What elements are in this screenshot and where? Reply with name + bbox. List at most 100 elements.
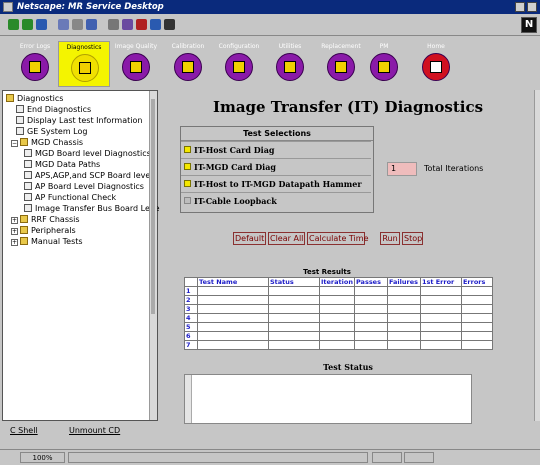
table-cell bbox=[268, 331, 320, 341]
tree-scrollbar[interactable] bbox=[149, 91, 157, 420]
test-selection-label: IT-Host to IT-MGD Datapath Hammer bbox=[194, 179, 362, 189]
search-icon[interactable] bbox=[72, 19, 83, 30]
netscape-logo: N bbox=[521, 17, 537, 33]
guide-icon[interactable] bbox=[86, 19, 97, 30]
nav-pm-button[interactable]: PM bbox=[358, 41, 410, 87]
test-selection-checkbox[interactable] bbox=[184, 197, 191, 204]
table-cell bbox=[460, 304, 493, 314]
bookmark-icon[interactable] bbox=[150, 19, 161, 30]
tree-item[interactable]: End Diagnostics bbox=[16, 105, 91, 116]
test-selection-item[interactable]: IT-Host to IT-MGD Datapath Hammer bbox=[181, 175, 371, 192]
table-cell bbox=[319, 322, 355, 332]
window-title-bar[interactable]: Netscape: MR Service Desktop bbox=[0, 0, 540, 14]
window-menu-icon[interactable] bbox=[3, 2, 13, 12]
total-iterations-label: Total Iterations bbox=[424, 164, 484, 173]
tree-item[interactable]: MGD Board level Diagnostics bbox=[24, 149, 151, 160]
folder-icon bbox=[20, 226, 28, 234]
collapse-icon[interactable]: − bbox=[11, 140, 18, 147]
nav-error-logs-button[interactable]: Error Logs bbox=[9, 41, 61, 87]
stop-icon[interactable] bbox=[136, 19, 147, 30]
test-results-title: Test Results bbox=[184, 268, 470, 277]
tree-item[interactable]: GE System Log bbox=[16, 127, 87, 138]
maximize-button[interactable] bbox=[527, 2, 537, 12]
table-cell bbox=[197, 313, 269, 323]
nav-home-button[interactable]: Home bbox=[410, 41, 462, 87]
home-nav-icon[interactable] bbox=[58, 19, 69, 30]
expand-icon[interactable]: + bbox=[11, 239, 18, 246]
test-status-area[interactable] bbox=[184, 374, 472, 424]
minimize-button[interactable] bbox=[515, 2, 525, 12]
test-selection-checkbox[interactable] bbox=[184, 180, 191, 187]
c-shell-button[interactable]: C Shell bbox=[10, 426, 38, 435]
tree-item[interactable]: Diagnostics bbox=[6, 94, 63, 105]
tree-item[interactable]: Display Last test Information bbox=[16, 116, 142, 127]
image-quality-icon bbox=[122, 53, 150, 81]
folder-icon bbox=[6, 94, 14, 102]
tree-item[interactable]: AP Functional Check bbox=[24, 193, 116, 204]
test-selection-checkbox[interactable] bbox=[184, 163, 191, 170]
security-icon[interactable] bbox=[122, 19, 133, 30]
main-panel: Image Transfer (IT) Diagnostics Test Sel… bbox=[162, 90, 534, 424]
nav-label: Calibration bbox=[171, 43, 205, 50]
table-cell bbox=[319, 295, 355, 305]
tree-item-label: AP Board Level Diagnostics bbox=[35, 182, 144, 191]
tree-item[interactable]: Image Transfer Bus Board Leve bbox=[24, 204, 160, 215]
main-scrollbar[interactable] bbox=[534, 90, 540, 421]
tree-item[interactable]: + Manual Tests bbox=[11, 237, 83, 248]
calculate-time-button[interactable]: Calculate Time bbox=[307, 232, 368, 245]
run-button[interactable]: Run bbox=[380, 232, 400, 245]
expand-icon[interactable]: + bbox=[11, 217, 18, 224]
test-status-scrollbar[interactable] bbox=[185, 375, 192, 423]
calendar-icon bbox=[21, 53, 49, 81]
test-selection-label: IT-MGD Card Diag bbox=[194, 162, 276, 172]
nav-configuration-button[interactable]: Configuration bbox=[213, 41, 265, 87]
tree-item[interactable]: MGD Data Paths bbox=[24, 160, 100, 171]
table-cell bbox=[386, 295, 421, 305]
tree-item[interactable]: + Peripherals bbox=[11, 226, 76, 237]
unmount-cd-button[interactable]: Unmount CD bbox=[69, 426, 120, 435]
table-cell bbox=[268, 295, 320, 305]
tree-item[interactable]: AP Board Level Diagnostics bbox=[24, 182, 144, 193]
navigation-tree[interactable]: Diagnostics End Diagnostics Display Last t… bbox=[2, 90, 160, 421]
row-number-header bbox=[184, 277, 198, 287]
nav-calibration-button[interactable]: Calibration bbox=[162, 41, 214, 87]
expand-icon[interactable]: + bbox=[11, 228, 18, 235]
stop-button[interactable]: Stop bbox=[402, 232, 423, 245]
nav-label: Configuration bbox=[218, 43, 260, 50]
location-icon[interactable] bbox=[164, 19, 175, 30]
table-cell bbox=[419, 322, 462, 332]
tree-item-label: Diagnostics bbox=[17, 94, 64, 103]
clear-all-button[interactable]: Clear All bbox=[268, 232, 305, 245]
tree-footer: C Shell Unmount CD bbox=[2, 422, 158, 440]
tree-item[interactable]: − MGD Chassis bbox=[11, 138, 83, 149]
reload-icon[interactable] bbox=[36, 19, 47, 30]
table-row: 7 bbox=[184, 340, 493, 350]
tree-item[interactable]: APS,AGP,and SCP Board level bbox=[24, 171, 153, 182]
nav-glyph bbox=[378, 61, 390, 73]
table-row: 3 bbox=[184, 304, 493, 314]
nav-utilities-button[interactable]: Utilities bbox=[264, 41, 316, 87]
table-cell bbox=[319, 340, 355, 350]
test-selections-box: Test Selections IT-Host Card Diag IT-MGD … bbox=[180, 126, 374, 213]
test-selection-item[interactable]: IT-Host Card Diag bbox=[181, 141, 371, 158]
results-column-header: Errors bbox=[460, 277, 493, 287]
forward-icon[interactable] bbox=[22, 19, 33, 30]
test-selection-item[interactable]: IT-Cable Loopback bbox=[181, 192, 371, 209]
tree-scrollbar-thumb[interactable] bbox=[151, 99, 155, 314]
nav-glyph bbox=[335, 61, 347, 73]
test-selection-item[interactable]: IT-MGD Card Diag bbox=[181, 158, 371, 175]
table-cell bbox=[197, 331, 269, 341]
total-iterations-input[interactable]: 1 bbox=[387, 162, 417, 176]
results-column-header: 1st Error bbox=[419, 277, 462, 287]
default-button[interactable]: Default bbox=[233, 232, 266, 245]
tree-item-label: Peripherals bbox=[31, 226, 76, 235]
nav-diagnostics-button[interactable]: Diagnostics bbox=[58, 41, 110, 87]
print-icon[interactable] bbox=[108, 19, 119, 30]
nav-image-quality-button[interactable]: Image Quality bbox=[110, 41, 162, 87]
document-icon bbox=[24, 193, 32, 201]
test-selection-checkbox[interactable] bbox=[184, 146, 191, 153]
back-icon[interactable] bbox=[8, 19, 19, 30]
tree-item[interactable]: + RRF Chassis bbox=[11, 215, 80, 226]
table-cell bbox=[386, 331, 421, 341]
status-message-area bbox=[68, 452, 368, 463]
